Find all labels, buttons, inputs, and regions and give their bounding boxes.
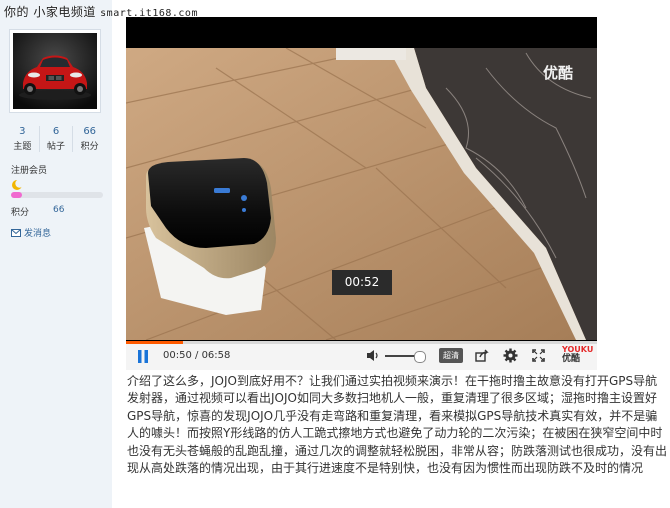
envelope-icon — [11, 228, 21, 237]
quality-button[interactable]: 超清 — [439, 348, 463, 363]
user-rank[interactable]: 注册会员 — [11, 163, 47, 176]
site-watermark: 你的 小家电频道 smart.it168.com — [4, 3, 198, 20]
stat-value: 6 — [52, 126, 60, 137]
points-value: 66 — [53, 205, 65, 215]
seek-time-badge: 00:52 — [332, 270, 392, 295]
watermark-text: 你的 小家电频道 — [4, 5, 96, 19]
user-stats: 3 主题 6 帖子 66 积分 — [6, 126, 106, 152]
seek-bar-played — [126, 341, 183, 344]
volume-icon[interactable] — [366, 349, 380, 362]
volume-slider[interactable] — [385, 351, 426, 363]
stat-label: 积分 — [80, 142, 99, 152]
points-label: 积分 — [11, 208, 30, 218]
watermark-url: smart.it168.com — [100, 8, 198, 19]
rank-progress-fill — [11, 192, 23, 198]
stat-threads[interactable]: 3 主题 — [6, 126, 40, 152]
stat-value: 3 — [19, 126, 26, 137]
youku-logo-chinese: 优酷 — [562, 354, 581, 364]
youku-logo-latin: YOUKU — [562, 345, 594, 354]
pause-icon[interactable] — [137, 350, 149, 363]
fullscreen-icon[interactable] — [532, 349, 545, 362]
player-controls: 00:50 / 06:58 超清 YOUKU 优酷 — [126, 341, 597, 370]
stat-points[interactable]: 66 积分 — [73, 126, 106, 152]
current-time: 00:50 — [163, 350, 192, 361]
share-icon[interactable] — [475, 349, 489, 362]
send-message-label: 发消息 — [24, 229, 52, 239]
article-paragraph: 介绍了这么多，JOJO到底好用不？让我们通过实拍视频来演示！在干拖时撸主故意没有… — [127, 374, 668, 476]
seek-bar[interactable] — [126, 341, 597, 344]
avatar-car-image — [13, 33, 97, 109]
youku-watermark: 优酷 — [543, 64, 574, 82]
stat-posts[interactable]: 6 帖子 — [40, 126, 74, 152]
stat-label: 主题 — [13, 142, 32, 152]
youku-logo[interactable]: YOUKU 优酷 — [562, 345, 594, 365]
playback-time: 00:50 / 06:58 — [163, 350, 230, 361]
avatar[interactable] — [9, 29, 101, 113]
duration: 06:58 — [201, 350, 231, 361]
settings-icon[interactable] — [503, 348, 518, 363]
video-frame[interactable] — [126, 48, 597, 340]
stat-value: 66 — [83, 126, 97, 137]
rank-progress-bar — [11, 192, 103, 198]
send-message-link[interactable]: 发消息 — [11, 226, 51, 239]
stat-label: 帖子 — [47, 142, 66, 152]
time-separator: / — [191, 350, 202, 361]
volume-knob[interactable] — [414, 351, 426, 363]
user-sidebar: 3 主题 6 帖子 66 积分 注册会员 积分 66 发消息 — [0, 0, 112, 508]
video-player[interactable]: 优酷 00:52 — [126, 17, 597, 366]
